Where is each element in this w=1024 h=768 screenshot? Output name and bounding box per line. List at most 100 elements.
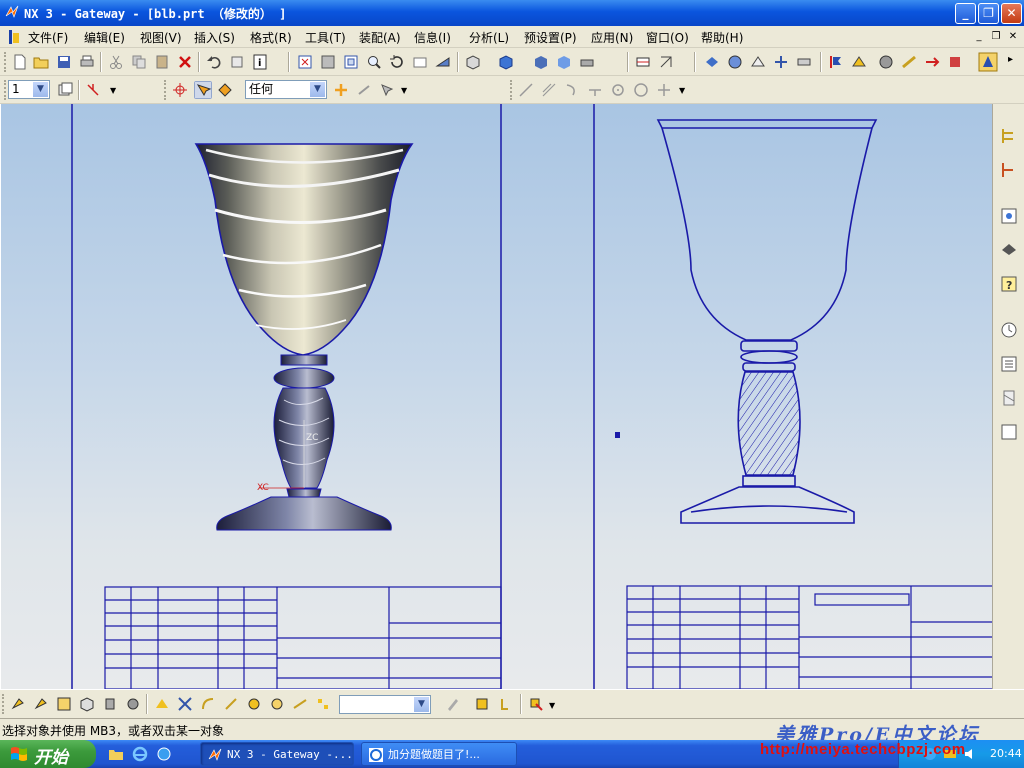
edge-blend-icon[interactable] <box>200 696 216 712</box>
type-filter-combo[interactable]: 任何 ▼ <box>245 80 327 99</box>
layer-manager-icon[interactable] <box>57 82 73 98</box>
menu-view[interactable]: 视图(V) <box>140 29 182 46</box>
toolbar-grip[interactable] <box>4 80 7 100</box>
select-all-icon[interactable] <box>333 82 349 98</box>
help-icon[interactable]: ? <box>999 274 1019 294</box>
line-icon[interactable] <box>518 82 534 98</box>
gateway-icon[interactable] <box>924 54 940 70</box>
block-icon[interactable] <box>79 696 95 712</box>
open-folder-icon[interactable] <box>33 54 49 70</box>
task-browser[interactable]: 加分题做题目了!... <box>361 742 517 766</box>
rotate-view-icon[interactable] <box>389 54 405 70</box>
circle-icon[interactable] <box>610 82 626 98</box>
drafting-icon[interactable] <box>828 54 844 70</box>
menu-edit[interactable]: 编辑(E) <box>84 29 125 46</box>
chevron-down-icon[interactable]: ▼ <box>310 82 325 97</box>
quick-pick-icon[interactable] <box>379 82 395 98</box>
fit-view-icon[interactable] <box>297 54 313 70</box>
point-icon[interactable] <box>656 82 672 98</box>
menu-insert[interactable]: 插入(S) <box>194 29 235 46</box>
information-icon[interactable]: i <box>252 54 268 70</box>
save-icon[interactable] <box>56 54 72 70</box>
paste-icon[interactable] <box>154 54 170 70</box>
chevron-down-icon[interactable]: ▼ <box>679 86 685 95</box>
repeat-command-icon[interactable] <box>229 54 245 70</box>
fillet-icon[interactable] <box>587 82 603 98</box>
component-icon[interactable] <box>727 54 743 70</box>
mate-icon[interactable] <box>750 54 766 70</box>
shaded-display-icon[interactable] <box>498 54 514 70</box>
document-menu-icon[interactable] <box>6 29 22 45</box>
chevron-down-icon[interactable]: ▼ <box>33 82 48 97</box>
copy-icon[interactable] <box>131 54 147 70</box>
menu-format[interactable]: 格式(R) <box>250 29 292 46</box>
layer-settings-icon[interactable] <box>635 54 651 70</box>
task-nx[interactable]: NX 3 - Gateway -... <box>200 742 354 766</box>
delete-icon[interactable] <box>177 54 193 70</box>
mdi-minimize-icon[interactable]: _ <box>972 30 986 44</box>
minimize-button[interactable]: _ <box>955 3 976 24</box>
orient-view-icon[interactable] <box>465 54 481 70</box>
pattern-icon[interactable] <box>315 696 331 712</box>
toolbar-grip[interactable] <box>2 694 5 714</box>
media-icon[interactable] <box>156 746 172 762</box>
modeling-icon[interactable] <box>851 54 867 70</box>
work-layer-combo[interactable]: 1 ▼ <box>8 80 50 99</box>
menu-tools[interactable]: 工具(T) <box>305 29 346 46</box>
circle-full-icon[interactable] <box>633 82 649 98</box>
measure-icon[interactable] <box>474 696 490 712</box>
list-icon[interactable] <box>999 354 1019 374</box>
revolve-icon[interactable] <box>33 696 49 712</box>
toolbar-grip[interactable] <box>510 80 513 100</box>
wireframe-goblet-view[interactable] <box>656 119 878 524</box>
zoom-window-icon[interactable] <box>343 54 359 70</box>
cylinder-icon[interactable] <box>102 696 118 712</box>
chevron-down-icon[interactable]: ▼ <box>549 701 555 710</box>
cut-icon[interactable] <box>108 54 124 70</box>
sketch-icon[interactable] <box>56 696 72 712</box>
chamfer-icon[interactable] <box>223 696 239 712</box>
selection-filter-icon[interactable] <box>194 81 212 99</box>
toolbar-grip[interactable] <box>4 52 7 72</box>
palette-icon[interactable] <box>999 240 1019 260</box>
pan-view-icon[interactable] <box>412 54 428 70</box>
new-file-icon[interactable] <box>12 54 28 70</box>
clock-icon[interactable] <box>999 320 1019 340</box>
exploded-view-icon[interactable] <box>796 54 812 70</box>
datum-plane-icon[interactable] <box>154 696 170 712</box>
line-multi-icon[interactable] <box>541 82 557 98</box>
hole-icon[interactable] <box>246 696 262 712</box>
menu-information[interactable]: 信息(I) <box>414 29 451 46</box>
datum-axis-icon[interactable] <box>177 696 193 712</box>
chevron-down-icon[interactable]: ▼ <box>414 697 429 712</box>
arc-icon[interactable] <box>564 82 580 98</box>
shell-icon[interactable] <box>269 696 285 712</box>
snap-point-icon[interactable] <box>85 82 101 98</box>
assembly-navigator-icon[interactable] <box>999 126 1019 146</box>
perspective-icon[interactable] <box>435 54 451 70</box>
wireframe-icon[interactable] <box>579 54 595 70</box>
feature-select-icon[interactable] <box>217 82 233 98</box>
menu-window[interactable]: 窗口(O) <box>646 29 689 46</box>
menu-analysis[interactable]: 分析(L) <box>469 29 509 46</box>
sphere-icon[interactable] <box>125 696 141 712</box>
undo-icon[interactable] <box>206 54 222 70</box>
zoom-icon[interactable] <box>366 54 382 70</box>
system-materials-icon[interactable] <box>999 422 1019 442</box>
menu-help[interactable]: 帮助(H) <box>701 29 743 46</box>
ie-icon[interactable] <box>132 746 148 762</box>
feature-combo[interactable]: ▼ <box>339 695 431 714</box>
print-icon[interactable] <box>79 54 95 70</box>
history-icon[interactable] <box>999 206 1019 226</box>
zoom-area-icon[interactable] <box>320 54 336 70</box>
move-object-icon[interactable] <box>528 696 544 712</box>
graphics-window[interactable]: XC ZC <box>0 104 992 689</box>
mdi-close-icon[interactable]: ✕ <box>1006 30 1020 44</box>
crosshair-select-icon[interactable] <box>172 82 188 98</box>
mdi-restore-icon[interactable]: ❐ <box>989 30 1003 44</box>
chevron-down-icon[interactable]: ▼ <box>110 86 116 95</box>
extrude-icon[interactable] <box>10 696 26 712</box>
toolbar-grip[interactable] <box>164 80 167 100</box>
edit-feature-icon[interactable] <box>445 696 461 712</box>
reposition-icon[interactable] <box>773 54 789 70</box>
